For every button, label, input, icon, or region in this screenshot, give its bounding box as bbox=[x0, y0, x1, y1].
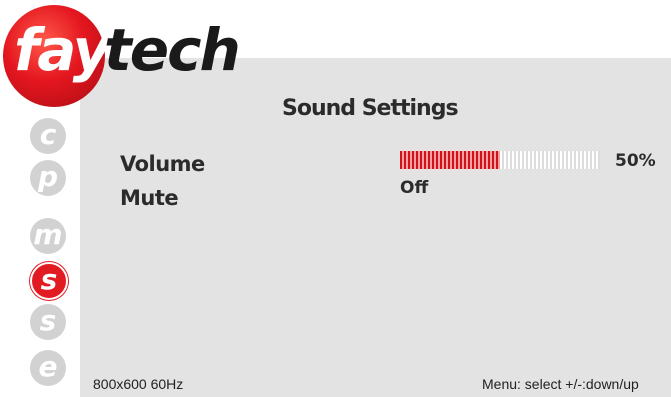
nav-e-letter: e bbox=[38, 350, 58, 383]
nav-sound-icon[interactable]: s bbox=[30, 262, 68, 300]
resolution-status: 800x600 60Hz bbox=[93, 376, 184, 392]
nav-sound-letter: s bbox=[40, 263, 58, 296]
nav-s2-icon[interactable]: s bbox=[30, 304, 66, 340]
nav-m-icon[interactable]: m bbox=[30, 218, 66, 254]
faytech-logo: fay tech bbox=[0, 0, 260, 110]
nav-s2-letter: s bbox=[39, 304, 57, 337]
nav-c-letter: c bbox=[39, 118, 57, 151]
logo-text-fay: fay bbox=[14, 16, 110, 84]
mute-label[interactable]: Mute bbox=[120, 186, 179, 210]
nav-p-icon[interactable]: p bbox=[30, 160, 66, 196]
volume-value: 50% bbox=[615, 151, 656, 171]
mute-value: Off bbox=[400, 178, 429, 198]
volume-slider-fill bbox=[400, 151, 500, 169]
logo-text-tech: tech bbox=[104, 16, 241, 84]
nav-e-icon[interactable]: e bbox=[30, 350, 66, 386]
nav-p-letter: p bbox=[37, 160, 59, 193]
volume-slider[interactable] bbox=[400, 151, 600, 169]
key-hint: Menu: select +/-:down/up bbox=[482, 376, 639, 392]
page-title: Sound Settings bbox=[282, 96, 459, 121]
nav-c-icon[interactable]: c bbox=[30, 118, 66, 154]
nav-m-letter: m bbox=[33, 218, 63, 251]
volume-label[interactable]: Volume bbox=[120, 152, 205, 176]
